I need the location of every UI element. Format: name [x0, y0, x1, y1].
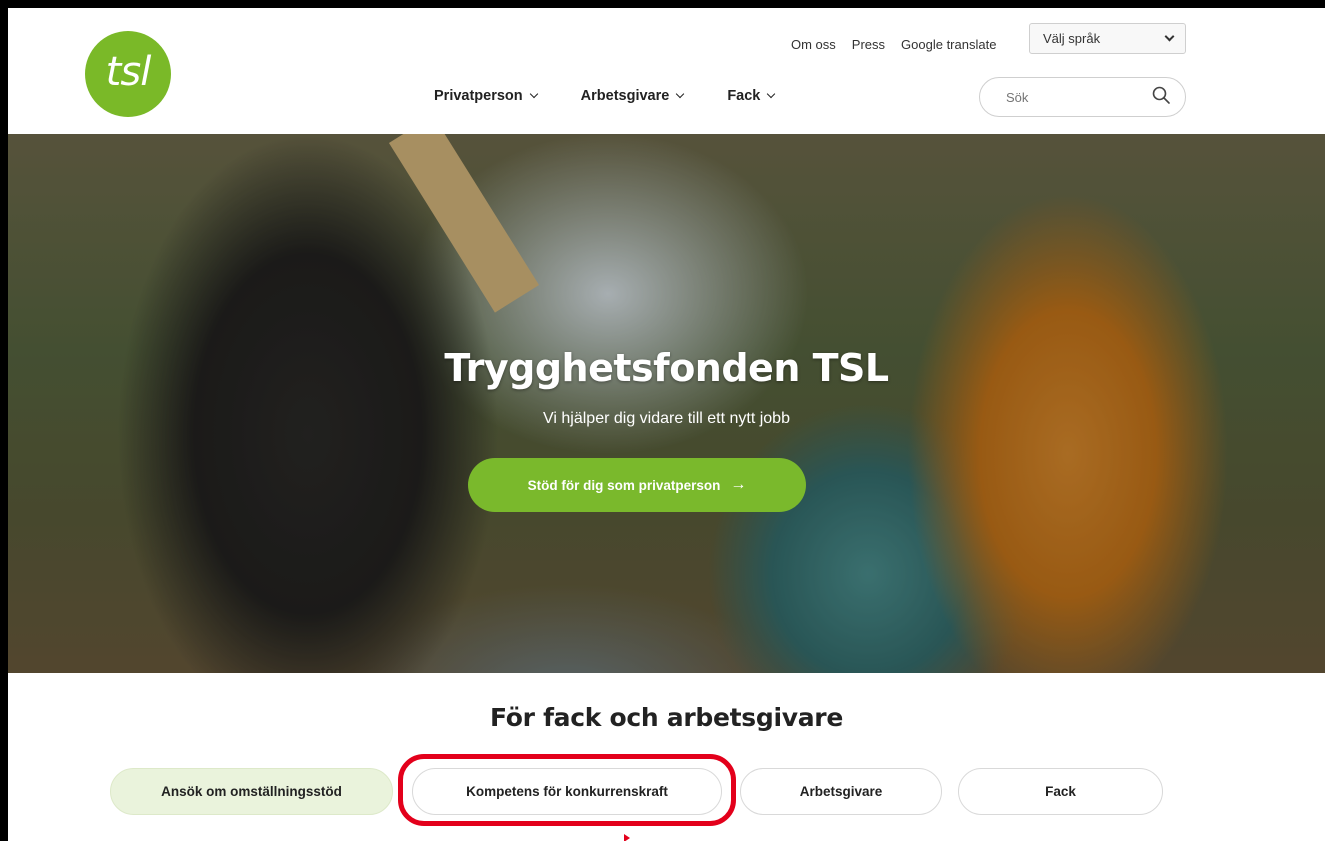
- tab-label: Arbetsgivare: [799, 784, 883, 799]
- arrow-right-icon: →: [730, 476, 747, 493]
- tab-fack[interactable]: Fack: [958, 768, 1163, 815]
- highlight-annotation: [398, 754, 736, 826]
- search-input[interactable]: [1006, 89, 1146, 105]
- hero-photo-board: [388, 134, 540, 313]
- tab-arbetsgivare[interactable]: Arbetsgivare: [740, 768, 942, 815]
- link-google-translate[interactable]: Google translate: [901, 37, 996, 52]
- annotation-pointer: [624, 834, 630, 841]
- tab-label: Ansök om omställningsstöd: [161, 784, 342, 799]
- nav-item-label: Arbetsgivare: [580, 88, 670, 104]
- tab-ansok-omstallningsstod[interactable]: Ansök om omställningsstöd: [110, 768, 393, 815]
- language-select-value: Välj språk: [1043, 31, 1101, 46]
- nav-item-label: Fack: [727, 88, 761, 104]
- tab-label: Fack: [1045, 784, 1076, 799]
- tsl-logo[interactable]: tsl: [85, 31, 171, 117]
- hero-banner: Trygghetsfonden TSL Vi hjälper dig vidar…: [8, 134, 1325, 673]
- logo-text: tsl: [105, 49, 152, 95]
- privatperson-cta-button[interactable]: Stöd för dig som privatperson →: [468, 458, 806, 512]
- chevron-down-icon: [529, 89, 538, 99]
- cta-label: Stöd för dig som privatperson: [527, 477, 721, 493]
- link-press[interactable]: Press: [852, 37, 885, 52]
- nav-item-label: Privatperson: [434, 88, 523, 104]
- chevron-down-icon: [1164, 31, 1175, 42]
- link-om-oss[interactable]: Om oss: [791, 37, 836, 52]
- search-box: [979, 77, 1186, 117]
- language-select[interactable]: Välj språk: [1029, 23, 1186, 54]
- nav-item-privatperson[interactable]: Privatperson: [434, 88, 538, 104]
- hero-subtitle: Vi hjälper dig vidare till ett nytt jobb: [543, 410, 790, 427]
- chevron-down-icon: [767, 89, 776, 99]
- section-title: För fack och arbetsgivare: [490, 703, 843, 732]
- search-icon[interactable]: [1151, 85, 1171, 110]
- nav-item-fack[interactable]: Fack: [727, 88, 776, 104]
- top-links: Om oss Press Google translate: [791, 30, 996, 58]
- main-nav: Privatperson Arbetsgivare Fack: [434, 88, 776, 104]
- chevron-down-icon: [676, 89, 685, 99]
- nav-item-arbetsgivare[interactable]: Arbetsgivare: [580, 88, 685, 104]
- hero-title: Trygghetsfonden TSL: [444, 346, 889, 390]
- page: tsl Om oss Press Google translate Välj s…: [8, 8, 1325, 841]
